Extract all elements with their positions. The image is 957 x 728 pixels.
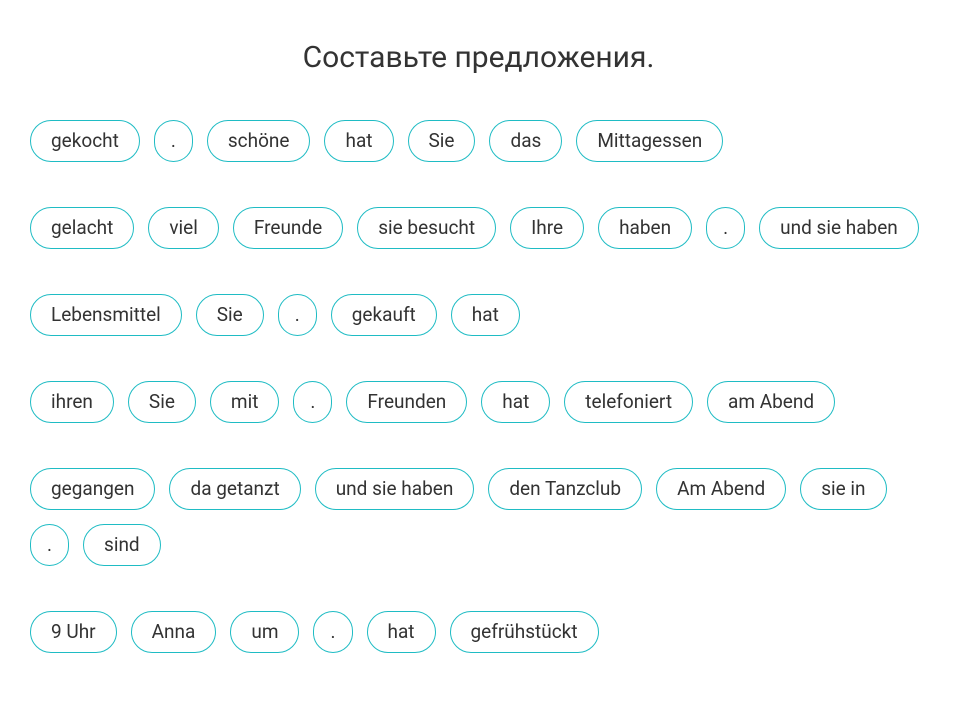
word-chip[interactable]: gekauft bbox=[331, 294, 437, 336]
sentence-group: Lebensmittel Sie. gekauft hat bbox=[30, 294, 927, 336]
word-chip[interactable]: hat bbox=[481, 381, 550, 423]
word-chip[interactable]: den Tanzclub bbox=[488, 468, 642, 510]
groups-container: gekocht.schönehatSiedasMittagessengelach… bbox=[30, 120, 927, 653]
sentence-group: 9 Uhr Annaum. hat gefrühstückt bbox=[30, 611, 927, 653]
word-chip[interactable]: Am Abend bbox=[656, 468, 786, 510]
word-chip[interactable]: Anna bbox=[131, 611, 217, 653]
sentence-group: gekocht. schöne hat Siedas Mittagessen bbox=[30, 120, 927, 162]
word-chip[interactable]: ihren bbox=[30, 381, 114, 423]
word-chip[interactable]: gefrühstückt bbox=[450, 611, 599, 653]
word-chip[interactable]: Sie bbox=[196, 294, 264, 336]
word-chip[interactable]: 9 Uhr bbox=[30, 611, 117, 653]
word-chip[interactable]: hat bbox=[367, 611, 436, 653]
word-chip[interactable]: . bbox=[706, 207, 745, 249]
word-chip[interactable]: Freunde bbox=[233, 207, 343, 249]
word-chip[interactable]: . bbox=[293, 381, 332, 423]
word-chip[interactable]: . bbox=[30, 524, 69, 566]
word-chip[interactable]: viel bbox=[148, 207, 219, 249]
sentence-group: gelacht viel Freunde sie besucht Ihre haben. u… bbox=[30, 207, 927, 249]
word-chip[interactable]: sie in bbox=[800, 468, 886, 510]
word-chip[interactable]: Mittagessen bbox=[576, 120, 723, 162]
word-chip[interactable]: telefoniert bbox=[564, 381, 693, 423]
word-chip[interactable]: sie besucht bbox=[357, 207, 496, 249]
word-chip[interactable]: mit bbox=[210, 381, 280, 423]
word-chip[interactable]: und sie haben bbox=[315, 468, 475, 510]
word-chip[interactable]: gelacht bbox=[30, 207, 134, 249]
word-chip[interactable]: Freunden bbox=[346, 381, 467, 423]
word-chip[interactable]: hat bbox=[451, 294, 520, 336]
word-chip[interactable]: da getanzt bbox=[169, 468, 300, 510]
sentence-group: ihren Siemit. Freunden hat telefoniert am Abe… bbox=[30, 381, 927, 423]
word-chip[interactable]: schöne bbox=[207, 120, 311, 162]
word-chip[interactable]: . bbox=[154, 120, 193, 162]
word-chip[interactable]: gegangen bbox=[30, 468, 155, 510]
word-chip[interactable]: Lebensmittel bbox=[30, 294, 182, 336]
page-title: Составьте предложения. bbox=[30, 40, 927, 75]
word-chip[interactable]: . bbox=[278, 294, 317, 336]
word-chip[interactable]: und sie haben bbox=[759, 207, 919, 249]
word-chip[interactable]: hat bbox=[324, 120, 393, 162]
word-chip[interactable]: das bbox=[489, 120, 562, 162]
word-chip[interactable]: um bbox=[230, 611, 299, 653]
word-chip[interactable]: sind bbox=[83, 524, 161, 566]
word-chip[interactable]: . bbox=[313, 611, 352, 653]
word-chip[interactable]: am Abend bbox=[707, 381, 835, 423]
word-chip[interactable]: Sie bbox=[408, 120, 476, 162]
word-chip[interactable]: haben bbox=[598, 207, 692, 249]
sentence-group: gegangen da getanzt und sie haben den Tanzc… bbox=[30, 468, 927, 566]
word-chip[interactable]: Sie bbox=[128, 381, 196, 423]
word-chip[interactable]: gekocht bbox=[30, 120, 140, 162]
word-chip[interactable]: Ihre bbox=[510, 207, 584, 249]
